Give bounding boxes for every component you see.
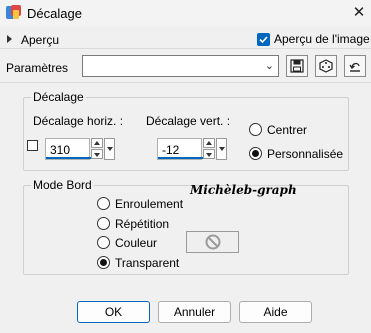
- radio-centrer-label[interactable]: Centrer: [267, 123, 307, 137]
- help-button[interactable]: Aide: [239, 301, 312, 323]
- divider: [0, 82, 371, 83]
- edge-mode-group: [23, 185, 349, 275]
- vertical-offset-value: -12: [162, 143, 180, 157]
- horizontal-offset-label: Décalage horiz. :: [33, 114, 124, 128]
- arrow-down-icon[interactable]: [91, 149, 103, 159]
- expand-preview-icon[interactable]: [7, 35, 12, 43]
- horizontal-offset-value: 310: [50, 143, 71, 157]
- horizontal-offset-dropdown[interactable]: [104, 138, 115, 160]
- radio-enroulement-label[interactable]: Enroulement: [115, 197, 183, 211]
- radio-personnalisee-label[interactable]: Personnalisée: [267, 147, 343, 161]
- arrow-down-icon[interactable]: [203, 149, 215, 159]
- radio-personnalisee[interactable]: [249, 147, 262, 160]
- radio-centrer[interactable]: [249, 123, 262, 136]
- radio-repetition-label[interactable]: Répétition: [115, 217, 169, 231]
- ok-button[interactable]: OK: [77, 301, 150, 323]
- horizontal-offset-input[interactable]: 310: [45, 138, 91, 160]
- radio-transparent[interactable]: [97, 256, 110, 269]
- radio-transparent-label[interactable]: Transparent: [115, 256, 179, 270]
- vertical-offset-stepper[interactable]: [203, 138, 215, 160]
- prohibited-icon: [205, 234, 221, 250]
- vertical-offset-dropdown[interactable]: [216, 138, 227, 160]
- horizontal-offset-stepper[interactable]: [91, 138, 103, 160]
- save-preset-button[interactable]: [286, 55, 308, 77]
- vertical-offset-input[interactable]: -12: [157, 138, 203, 160]
- cancel-button[interactable]: Annuler: [158, 301, 231, 323]
- radio-couleur-label[interactable]: Couleur: [115, 236, 157, 250]
- divider: [0, 48, 371, 49]
- radio-repetition[interactable]: [97, 217, 110, 230]
- radio-enroulement[interactable]: [97, 197, 110, 210]
- image-preview-checkbox[interactable]: [257, 33, 270, 46]
- floppy-disk-icon: [290, 59, 304, 73]
- arrow-up-icon[interactable]: [91, 138, 103, 148]
- app-logo-icon: [5, 4, 22, 21]
- preset-dropdown[interactable]: ⌄: [82, 55, 279, 77]
- radio-couleur[interactable]: [97, 236, 110, 249]
- preview-toggle-label[interactable]: Aperçu: [21, 33, 59, 47]
- offset-group-title: Décalage: [31, 90, 86, 104]
- random-settings-button[interactable]: [315, 55, 337, 77]
- dice-icon: [319, 59, 333, 73]
- watermark-signature: Michèleb-graph: [190, 183, 297, 197]
- link-offsets-checkbox[interactable]: [27, 140, 38, 151]
- edge-mode-group-title: Mode Bord: [31, 178, 94, 192]
- edge-color-swatch: [186, 231, 239, 253]
- parameters-label: Paramètres: [6, 61, 69, 75]
- image-preview-label[interactable]: Aperçu de l'image: [274, 32, 370, 46]
- reset-icon: [349, 62, 360, 72]
- vertical-offset-label: Décalage vert. :: [146, 114, 231, 128]
- chevron-down-icon: ⌄: [264, 60, 274, 72]
- arrow-up-icon[interactable]: [203, 138, 215, 148]
- reset-settings-button[interactable]: [344, 55, 366, 77]
- close-icon[interactable]: ✕: [348, 2, 370, 24]
- window-title: Décalage: [27, 6, 82, 21]
